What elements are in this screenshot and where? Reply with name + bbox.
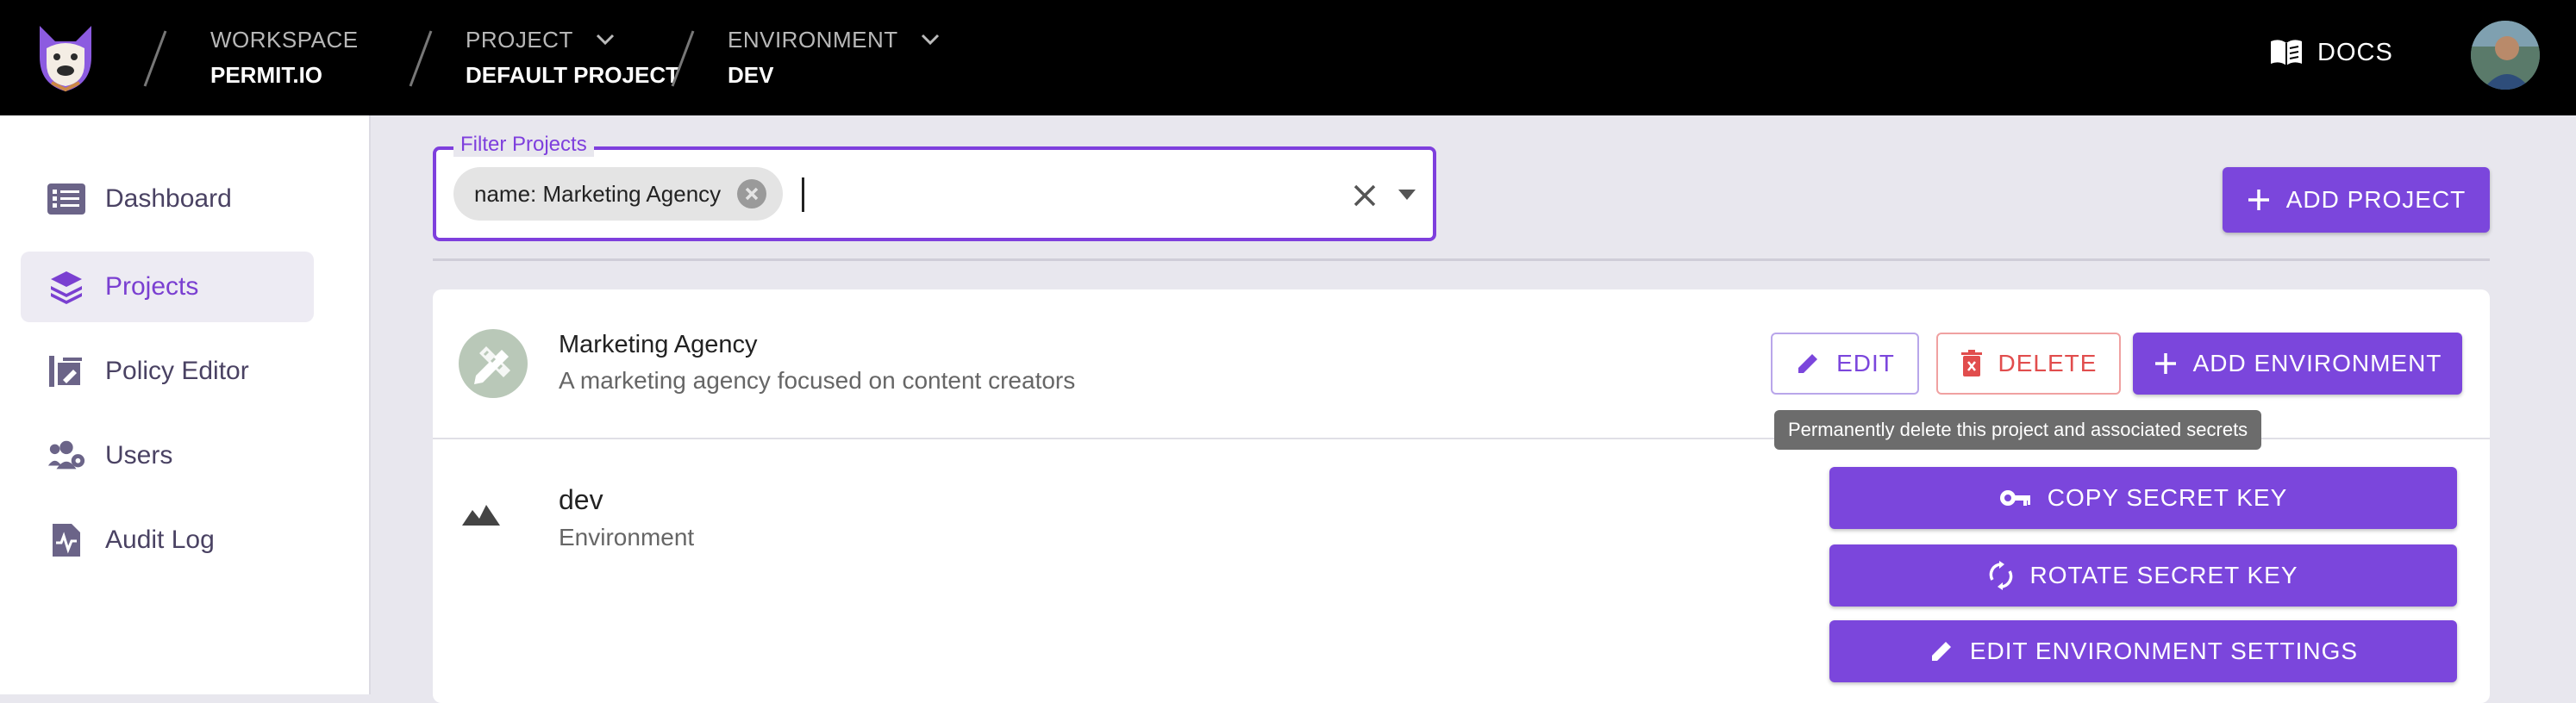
copy-secret-key-button[interactable]: COPY SECRET KEY bbox=[1829, 467, 2457, 529]
sidebar-item-label: Users bbox=[105, 441, 173, 470]
rotate-secret-key-button[interactable]: ROTATE SECRET KEY bbox=[1829, 544, 2457, 607]
sidebar-item-audit-log[interactable]: Audit Log bbox=[21, 505, 314, 575]
key-icon bbox=[1999, 490, 2030, 506]
close-icon[interactable] bbox=[1350, 181, 1379, 210]
mountain-icon bbox=[462, 505, 500, 526]
environment-subtitle: Environment bbox=[559, 524, 695, 551]
edit-project-button[interactable]: EDIT bbox=[1771, 333, 1919, 395]
chevron-down-icon[interactable] bbox=[596, 34, 615, 46]
filter-label: Filter Projects bbox=[453, 133, 594, 157]
top-bar: WORKSPACE PERMIT.IO PROJECT DEFAULT PROJ… bbox=[0, 0, 2576, 115]
policy-editor-icon bbox=[47, 352, 86, 391]
dog-logo-icon[interactable] bbox=[34, 22, 97, 93]
filter-chip-label: name: Marketing Agency bbox=[474, 180, 722, 207]
breadcrumb-value: DEV bbox=[728, 62, 774, 88]
delete-tooltip: Permanently delete this project and asso… bbox=[1774, 410, 2262, 450]
add-project-button[interactable]: ADD PROJECT bbox=[2223, 167, 2490, 233]
edit-environment-settings-label: EDIT ENVIRONMENT SETTINGS bbox=[1969, 638, 2359, 664]
sidebar: Dashboard Projects Policy Editor Users A… bbox=[0, 115, 371, 694]
breadcrumb-label: WORKSPACE bbox=[210, 26, 359, 53]
audit-log-icon bbox=[47, 520, 86, 560]
breadcrumb-label: ENVIRONMENT bbox=[728, 26, 898, 53]
pencil-icon bbox=[1931, 642, 1951, 661]
filter-projects-field[interactable]: Filter Projects name: Marketing Agency bbox=[433, 133, 1436, 241]
sidebar-item-policy-editor[interactable]: Policy Editor bbox=[21, 336, 314, 407]
breadcrumb-separator bbox=[409, 30, 433, 87]
layers-icon bbox=[47, 267, 86, 307]
sidebar-item-label: Dashboard bbox=[105, 184, 232, 213]
breadcrumb-label: PROJECT bbox=[466, 26, 573, 53]
docs-label: DOCS bbox=[2317, 38, 2393, 66]
users-icon bbox=[47, 436, 86, 476]
environment-name: dev bbox=[559, 484, 603, 515]
divider bbox=[433, 258, 2490, 261]
main-content: Filter Projects name: Marketing Agency A… bbox=[371, 115, 2576, 703]
breadcrumb-value: DEFAULT PROJECT bbox=[466, 62, 679, 88]
plus-icon bbox=[2248, 190, 2269, 210]
trash-icon bbox=[1960, 350, 1982, 376]
breadcrumb-separator bbox=[143, 30, 167, 87]
add-environment-label: ADD ENVIRONMENT bbox=[2192, 350, 2442, 376]
add-project-label: ADD PROJECT bbox=[2285, 186, 2467, 213]
sync-icon bbox=[1990, 561, 2013, 590]
edit-environment-settings-button[interactable]: EDIT ENVIRONMENT SETTINGS bbox=[1829, 620, 2457, 682]
sidebar-item-projects[interactable]: Projects bbox=[21, 252, 314, 322]
sidebar-item-label: Audit Log bbox=[105, 526, 215, 554]
chip-remove-icon[interactable] bbox=[736, 178, 767, 209]
breadcrumb-project[interactable]: PROJECT DEFAULT PROJECT bbox=[466, 26, 679, 90]
avatar[interactable] bbox=[2471, 21, 2540, 90]
breadcrumb-value: PERMIT.IO bbox=[210, 62, 323, 88]
chevron-down-icon[interactable] bbox=[921, 34, 940, 46]
filter-chip[interactable]: name: Marketing Agency bbox=[453, 167, 784, 221]
text-cursor bbox=[802, 177, 804, 212]
project-card: Marketing Agency A marketing agency focu… bbox=[433, 289, 2490, 703]
breadcrumb-separator bbox=[671, 30, 695, 87]
copy-secret-key-label: COPY SECRET KEY bbox=[2047, 484, 2288, 511]
list-icon bbox=[47, 179, 86, 219]
edit-label: EDIT bbox=[1836, 350, 1895, 376]
add-environment-button[interactable]: ADD ENVIRONMENT bbox=[2133, 333, 2462, 395]
pencil-icon bbox=[1798, 354, 1818, 373]
breadcrumb-workspace[interactable]: WORKSPACE PERMIT.IO bbox=[210, 26, 359, 90]
rotate-secret-key-label: ROTATE SECRET KEY bbox=[2029, 562, 2298, 588]
book-open-icon bbox=[2271, 40, 2302, 65]
sidebar-item-users[interactable]: Users bbox=[21, 420, 314, 491]
plus-icon bbox=[2154, 353, 2176, 374]
breadcrumb-environment[interactable]: ENVIRONMENT DEV bbox=[728, 26, 940, 90]
pencil-ruler-icon bbox=[459, 329, 528, 398]
sidebar-item-label: Policy Editor bbox=[105, 357, 249, 385]
delete-project-button[interactable]: DELETE bbox=[1936, 333, 2121, 395]
project-description: A marketing agency focused on content cr… bbox=[559, 367, 1076, 394]
dropdown-arrow-icon[interactable] bbox=[1397, 188, 1417, 202]
sidebar-item-label: Projects bbox=[105, 272, 199, 301]
sidebar-item-dashboard[interactable]: Dashboard bbox=[21, 164, 314, 234]
docs-link[interactable]: DOCS bbox=[2269, 38, 2393, 67]
project-name: Marketing Agency bbox=[559, 331, 758, 358]
delete-label: DELETE bbox=[1998, 350, 2098, 376]
